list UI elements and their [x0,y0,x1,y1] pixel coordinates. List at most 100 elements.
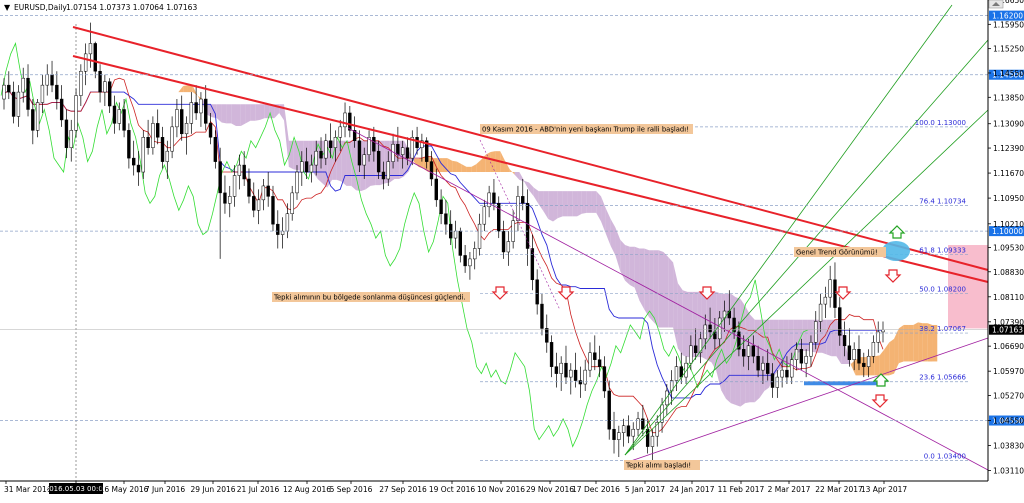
cloud-segment [711,291,717,372]
candle-body [703,324,707,340]
time-tick-label: 2 Mar 2017 [768,485,811,494]
price-tick-label: 1.14550 [993,69,1024,78]
cloud-segment [577,191,582,217]
candle-body [194,102,198,114]
cloud-segment [452,160,457,173]
price-tick-label: 1.08830 [993,268,1024,277]
candle-body [333,137,338,148]
candle-body [189,102,194,124]
candle-body [549,342,554,367]
candle-body [785,369,789,378]
price-tick-label: 1.04550 [993,417,1024,426]
current-price-label: 1.07163 [992,326,1023,335]
candle-body [242,164,246,180]
candle-body [751,345,756,357]
candle-body [348,112,352,131]
candle-body [50,74,54,86]
chart-header: ▼ EURUSD,Daily 1.07154 1.07373 1.07064 1… [4,3,197,12]
candle-body [343,112,347,128]
candle-body [276,223,280,235]
price-tick-label: 1.09530 [993,243,1024,252]
cloud-segment [721,293,726,399]
candle-body [842,335,847,347]
candle-body [300,161,304,173]
candle-body [285,213,290,232]
cloud-segment [677,283,683,356]
candle-body [593,352,597,360]
candle-body [180,109,184,135]
candle-body [11,91,16,117]
cloud-segment [557,191,563,219]
candle-body [204,98,208,124]
cloud-segment [548,191,554,222]
cloud-segment [898,324,904,364]
candle-body [415,137,419,148]
price-tick-label: 1.13850 [993,93,1024,102]
candle-body [372,137,376,152]
candle-body [74,95,78,131]
candle-body [228,196,232,204]
time-tick-label: 12 Aug 2016 [283,485,331,494]
cloud-segment [336,140,342,182]
candle-body [319,150,323,159]
candle-body [838,307,842,336]
candle-body [766,362,770,374]
candle-body [2,84,6,100]
corner-buttons [988,0,1004,9]
candle-body [602,366,607,392]
candle-body [847,345,852,360]
time-tick-label: 19 Oct 2016 [429,485,476,494]
annotation-text: Genel Trend Görünümü! [796,249,878,257]
fib-level-label: 100.0 1.13000 [915,119,966,127]
candle-body [545,328,549,343]
cloud-segment [562,191,568,217]
candle-body [569,369,573,378]
time-tick-label: 5 Jan 2017 [625,485,665,494]
candle-body [290,192,294,214]
candle-body [564,362,568,378]
cloud-segment [797,319,803,353]
candle-body [122,109,126,131]
time-tick-label: 29 Nov 2016 [526,485,574,494]
candle-body [559,362,563,374]
candle-body [338,126,342,138]
candle-body [232,175,237,197]
candle-body [881,329,885,333]
target-ellipse [882,241,910,261]
time-tick-label: 2016.05.03 00:00 [45,485,107,493]
candle-body [862,362,866,367]
annotation-text: Tepki alımının bu bölgede sonlanma düşün… [273,294,466,302]
candle-body [871,342,876,357]
candle-body [573,369,578,381]
candle-body [631,428,635,437]
cloud-segment [586,191,592,213]
candle-body [376,150,381,173]
candle-body [650,435,655,447]
cloud-segment [730,293,736,405]
fib-level-label: 38.2 1.07067 [919,325,966,333]
cloud-segment [874,355,880,376]
candle-body [501,230,506,253]
price-tick-label: 1.08110 [993,293,1024,302]
candle-body [21,77,25,93]
candle-body [170,126,174,152]
cloud-segment [591,191,597,213]
cloud-segment [572,191,578,217]
cloud-segment [399,140,405,179]
candle-body [780,369,784,378]
candle-body [45,74,49,86]
cloud-segment [668,257,674,328]
time-tick-label: 10 Nov 2016 [477,485,525,494]
candle-body [93,43,97,72]
candle-body [487,192,491,208]
candle-body [131,157,136,166]
candle-body [828,279,832,298]
dropdown-triangle-icon[interactable]: ▼ [4,3,11,12]
price-chart[interactable]: 1.162001.145001.100001.04550100.0 1.1300… [0,0,1024,499]
candle-body [362,154,366,166]
cloud-segment [317,140,323,184]
price-tick-label: 1.12390 [993,144,1024,153]
fib-level-label: 0.0 1.03400 [924,452,966,460]
candle-body [578,380,583,385]
candle-body [324,140,328,159]
